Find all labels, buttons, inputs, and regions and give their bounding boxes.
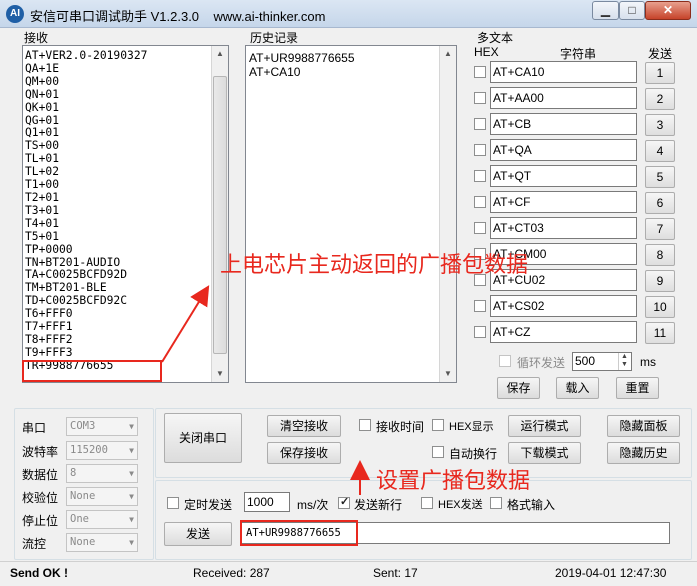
annotation-arrows: [161, 285, 370, 495]
annotation-broadcast-text: 上电芯片主动返回的广播包数据: [220, 252, 529, 277]
arrow-to-receive: [161, 285, 210, 363]
annotation-set-broadcast-text: 设置广播包数据: [376, 468, 531, 493]
